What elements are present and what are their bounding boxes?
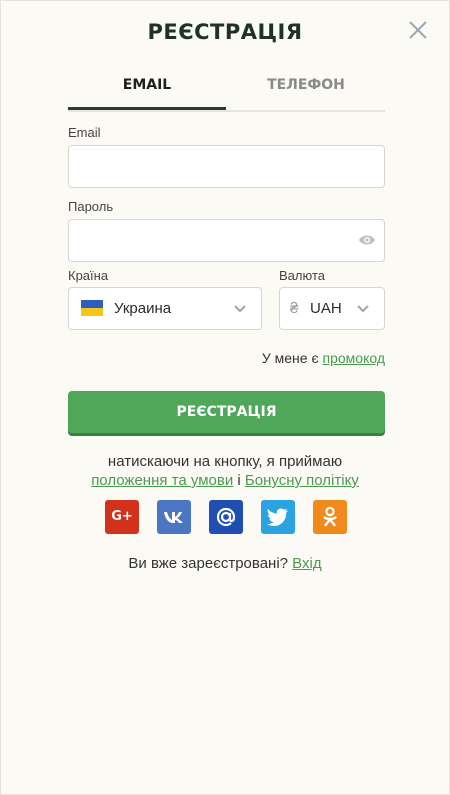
tab-phone[interactable]: ТЕЛЕФОН [227, 74, 385, 110]
vk-button[interactable] [157, 500, 191, 534]
country-select[interactable]: Украина [68, 287, 262, 330]
odnoklassniki-button[interactable] [313, 500, 347, 534]
email-field-box [68, 145, 385, 188]
password-field[interactable] [69, 220, 384, 261]
terms-conj: і [237, 472, 241, 489]
terms-text: натискаючи на кнопку, я приймаю положенн… [0, 452, 450, 490]
already-registered-text: Ви вже зареєстровані? [128, 555, 288, 572]
twitter-button[interactable] [261, 500, 295, 534]
tab-bar: EMAIL ТЕЛЕФОН [68, 74, 385, 112]
page-title: РЕЄСТРАЦІЯ [147, 20, 303, 44]
tab-email[interactable]: EMAIL [68, 74, 226, 110]
eye-icon[interactable] [358, 232, 376, 248]
login-link[interactable]: Вхід [292, 555, 321, 572]
password-label: Пароль [68, 199, 114, 214]
currency-select[interactable]: ₴ UAH [279, 287, 385, 330]
promo-code-link[interactable]: промокод [323, 350, 386, 366]
social-buttons: G+ [105, 500, 348, 534]
currency-label: Валюта [279, 268, 325, 283]
vk-icon [164, 512, 183, 523]
google-plus-icon: G+ [111, 509, 133, 524]
mail-button[interactable] [209, 500, 243, 534]
password-field-box [68, 219, 385, 262]
hryvnia-icon: ₴ [290, 300, 299, 317]
country-label: Країна [68, 268, 109, 283]
chevron-down-icon [234, 305, 246, 313]
odnoklassniki-icon [323, 506, 337, 527]
email-label: Email [68, 125, 101, 140]
email-field[interactable] [69, 146, 384, 187]
promo-text: У мене є [261, 350, 319, 366]
chevron-down-icon [357, 305, 369, 313]
country-value: Украина [114, 300, 172, 317]
promo-row: У мене є промокод [262, 350, 385, 366]
register-button[interactable]: РЕЄСТРАЦІЯ [68, 391, 385, 433]
currency-value: UAH [310, 300, 342, 317]
terms-link[interactable]: положення та умови [91, 472, 233, 489]
close-icon[interactable] [406, 18, 430, 42]
ukraine-flag-icon [81, 300, 103, 316]
terms-line: натискаючи на кнопку, я приймаю [107, 453, 343, 470]
twitter-icon [267, 508, 288, 526]
at-icon [216, 507, 236, 527]
google-plus-button[interactable]: G+ [105, 500, 139, 534]
bonus-policy-link[interactable]: Бонусну політіку [245, 472, 359, 489]
already-registered: Ви вже зареєстровані? Вхід [0, 555, 450, 572]
